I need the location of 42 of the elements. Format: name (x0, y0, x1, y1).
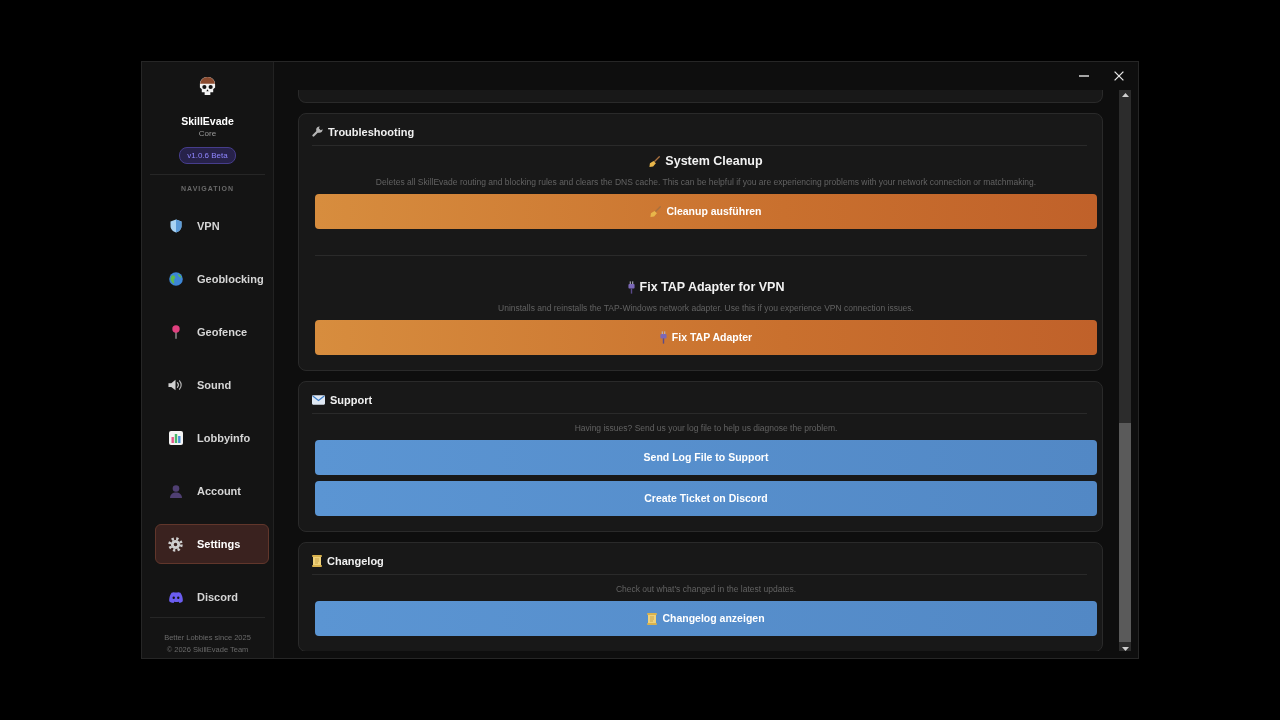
game-controller-icon (168, 591, 183, 603)
person-silhouette-icon (169, 484, 182, 498)
nav-item[interactable]: VPN (155, 206, 269, 246)
nav-item[interactable]: Discord (155, 577, 269, 617)
shield-icon (169, 219, 182, 233)
nav-item[interactable]: Settings (155, 524, 269, 564)
app-edition: Core (198, 129, 217, 139)
settings-icon (168, 536, 183, 552)
broom-icon (649, 155, 661, 167)
nav-item[interactable]: Lobbyinfo (155, 418, 269, 458)
speaker-icon (168, 379, 183, 391)
nav-item[interactable]: Geoblocking (155, 259, 269, 299)
version-badge: v1.0.6 Beta (179, 147, 236, 164)
envelope-icon (312, 394, 325, 405)
action-button[interactable]: Cleanup ausführen (315, 194, 1097, 229)
app-name: SkillEvade (181, 114, 234, 128)
description-text: Check out what's changed in the latest updates. (614, 583, 798, 595)
scrollbar-thumb[interactable] (1119, 423, 1131, 642)
card-title: Support (330, 392, 373, 408)
description-text: Having issues? Send us your log file to help us diagnose the problem. (573, 422, 839, 434)
scroll-icon (647, 612, 658, 625)
plug-icon (659, 331, 667, 344)
scroll-down-arrow-icon[interactable] (1121, 647, 1129, 651)
scroll-icon (312, 554, 322, 567)
wrench-icon (312, 126, 323, 137)
card-title: Troubleshooting (328, 124, 415, 140)
description-text: Uninstalls and reinstalls the TAP-Windows network adapter. Use this if you experience VPN connection issues. (497, 302, 915, 314)
nav-item[interactable]: Geofence (155, 312, 269, 352)
close-icon[interactable] (1114, 71, 1124, 81)
plug-icon (627, 280, 635, 294)
card-title: Changelog (327, 553, 384, 569)
globe-icon (168, 272, 183, 286)
section-heading: System Cleanup (665, 153, 763, 169)
section-heading: Fix TAP Adapter for VPN (639, 279, 785, 295)
broom-icon (650, 206, 662, 217)
scroll-up-arrow-icon[interactable] (1121, 93, 1129, 97)
nav-item[interactable]: Account (155, 471, 269, 511)
nav-item[interactable]: Sound (155, 365, 269, 405)
skull-logo-icon (198, 76, 217, 97)
description-text: Deletes all SkillEvade routing and blocking rules and clears the DNS cache. This can be helpful if you are experiencing problems with your network connection or matchmaking. (374, 176, 1038, 188)
bar-chart-icon (168, 431, 183, 445)
pushpin-icon (171, 325, 180, 339)
